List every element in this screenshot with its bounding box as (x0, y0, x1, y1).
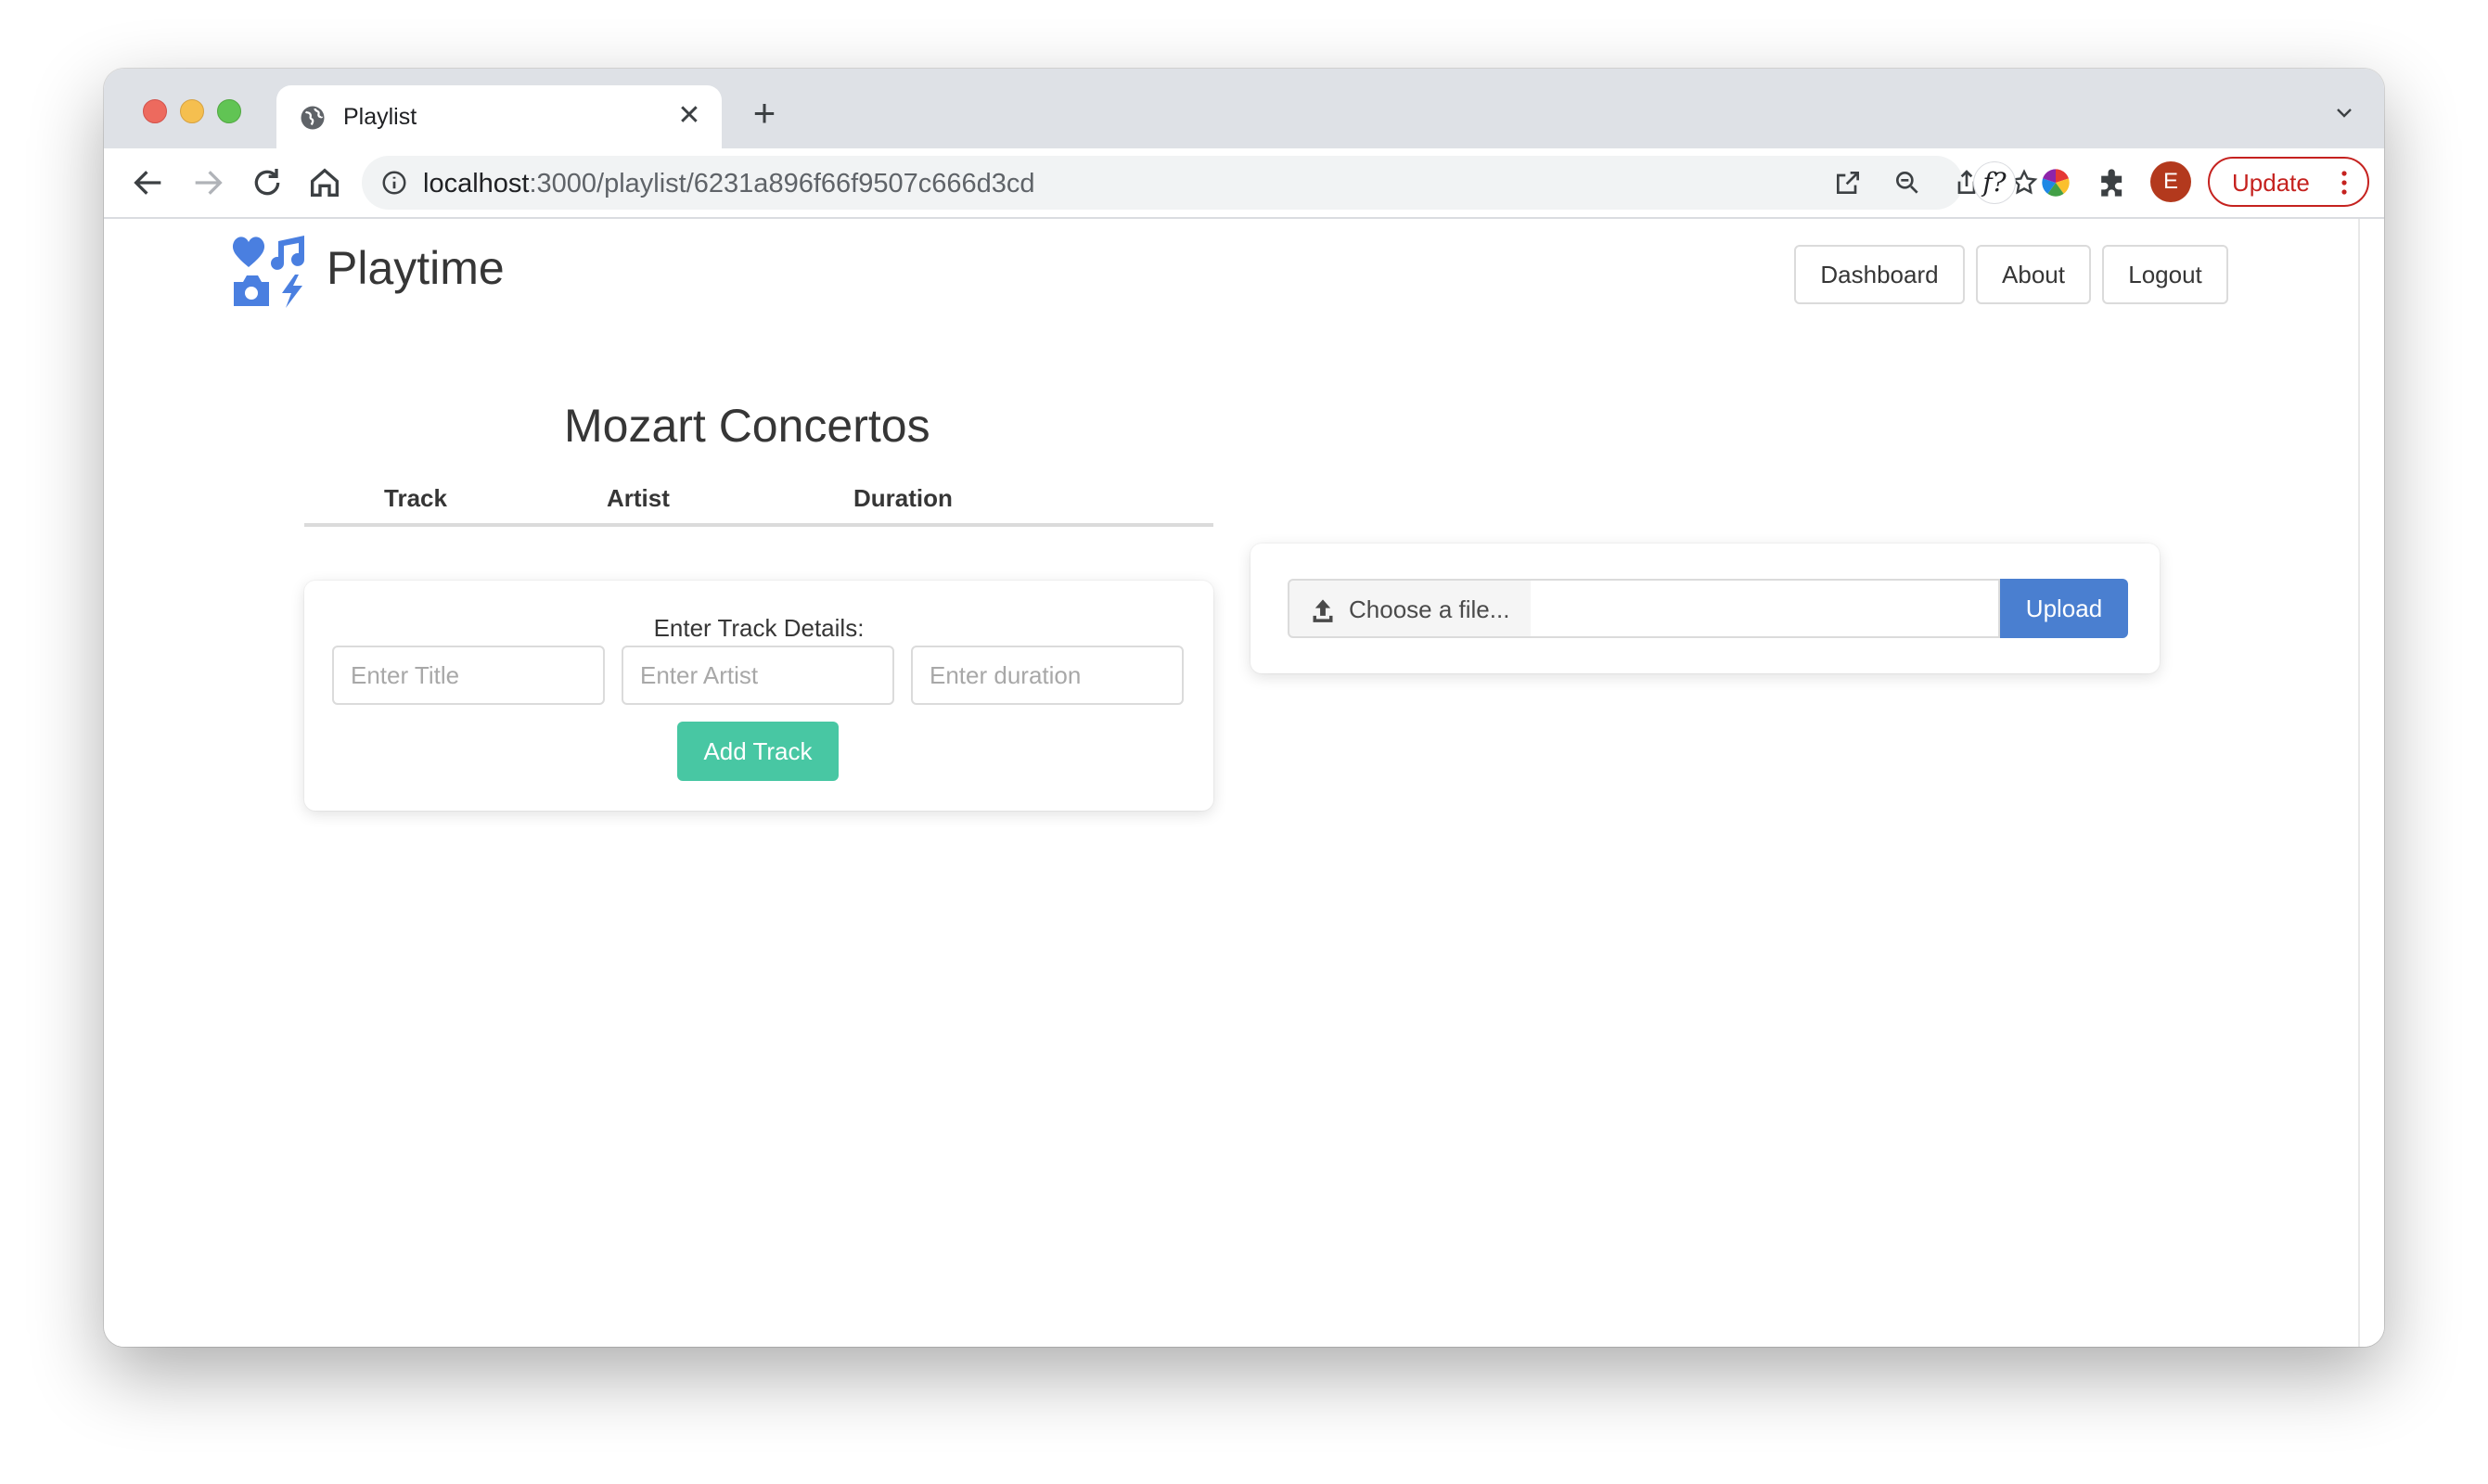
playtime-logo-icon (232, 236, 304, 308)
update-button[interactable]: Update (2208, 157, 2369, 207)
choose-file-label: Choose a file... (1349, 595, 1510, 623)
tab-strip: Playlist ✕ + (104, 69, 2384, 148)
url-host: localhost (423, 169, 530, 198)
profile-avatar[interactable]: E (2150, 161, 2191, 202)
minimize-window-button[interactable] (180, 99, 204, 123)
upload-icon (1313, 599, 1333, 622)
page-content: Playtime Dashboard About Logout Mozart C… (104, 219, 2384, 1347)
choose-file-button[interactable]: Choose a file... (1288, 579, 1533, 638)
track-details-label: Enter Track Details: (653, 614, 865, 642)
extensions-puzzle-icon[interactable] (2093, 162, 2134, 203)
column-header-track: Track (384, 484, 447, 512)
update-label: Update (2232, 169, 2310, 197)
nav-about-button[interactable]: About (1976, 245, 2091, 304)
brand-name: Playtime (327, 242, 505, 294)
track-duration-input[interactable] (911, 646, 1184, 705)
more-vertical-icon (2341, 171, 2347, 195)
tab-title: Playlist (343, 104, 417, 130)
maximize-window-button[interactable] (217, 99, 241, 123)
font-identifier-extension-icon[interactable]: f? (1974, 162, 2015, 203)
browser-window: Playlist ✕ + localhost:3000/playlist/623… (104, 69, 2384, 1347)
chevron-down-icon[interactable] (2330, 102, 2358, 124)
forward-icon[interactable] (189, 164, 226, 201)
globe-icon (301, 106, 325, 130)
file-name-field[interactable] (1531, 579, 2000, 638)
track-title-input[interactable] (332, 646, 605, 705)
upload-form: Choose a file... Upload (1250, 544, 2160, 673)
url-path: :3000/playlist/6231a896f66f9507c666d3cd (529, 169, 1035, 198)
upload-button[interactable]: Upload (2000, 579, 2128, 638)
nav-dashboard-button[interactable]: Dashboard (1794, 245, 1965, 304)
column-header-duration: Duration (853, 484, 953, 512)
browser-toolbar: localhost:3000/playlist/6231a896f66f9507… (104, 148, 2384, 219)
playlist-title: Mozart Concertos (564, 400, 930, 452)
close-window-button[interactable] (143, 99, 167, 123)
address-bar[interactable]: localhost:3000/playlist/6231a896f66f9507… (362, 156, 2038, 210)
url-text: localhost:3000/playlist/6231a896f66f9507… (423, 169, 1034, 199)
site-info-icon[interactable] (380, 169, 408, 197)
color-wheel-extension-icon[interactable] (2035, 162, 2076, 203)
close-tab-icon[interactable]: ✕ (673, 100, 705, 132)
home-icon[interactable] (306, 164, 343, 201)
column-header-artist: Artist (607, 484, 670, 512)
reload-icon[interactable] (249, 164, 286, 201)
scrollbar-gutter[interactable] (2358, 219, 2384, 1347)
track-artist-input[interactable] (622, 646, 894, 705)
add-track-form: Enter Track Details: Add Track (304, 581, 1213, 811)
nav-logout-button[interactable]: Logout (2102, 245, 2228, 304)
new-tab-button[interactable]: + (744, 94, 785, 135)
back-icon[interactable] (130, 164, 167, 201)
tracks-table-header: Track Artist Duration (304, 475, 1213, 527)
add-track-button[interactable]: Add Track (677, 722, 839, 781)
zoom-out-icon[interactable] (1892, 168, 1922, 198)
tab-playlist[interactable]: Playlist ✕ (276, 85, 722, 148)
open-in-new-icon[interactable] (1833, 168, 1863, 198)
